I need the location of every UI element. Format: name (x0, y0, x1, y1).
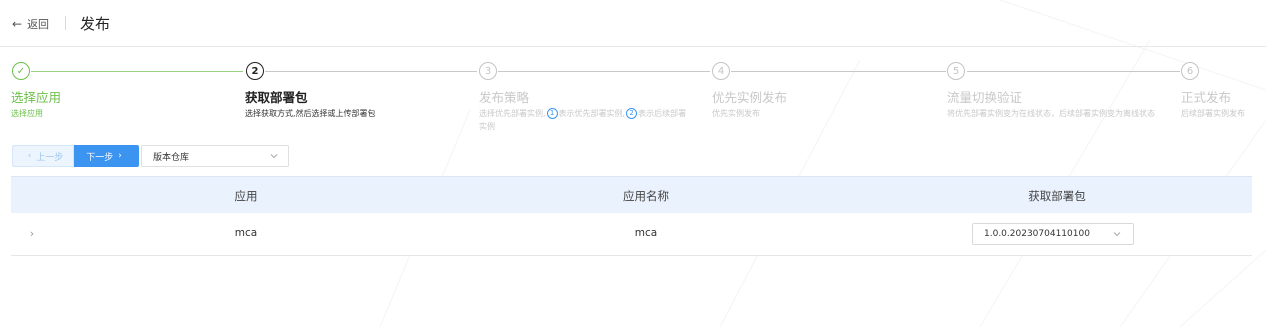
page-header: ← 返回 发布 (0, 0, 1266, 47)
step-3-desc-part2: 表示优先部署实例, (558, 109, 626, 118)
step-4-title: 优先实例发布 (712, 90, 788, 105)
table-row: › mca mca 1.0.0.20230704110100 (11, 213, 1252, 256)
column-header-app: 应用 (234, 189, 258, 203)
prev-step-label: 上一步 (36, 152, 64, 163)
step-connector-2 (265, 71, 477, 72)
prev-step-button[interactable]: ‹ 上一步 (12, 145, 74, 167)
table-header: 应用 应用名称 获取部署包 (11, 176, 1252, 213)
next-step-label: 下一步 (86, 152, 114, 163)
step-connector-5 (967, 71, 1180, 72)
expand-row-icon[interactable]: › (26, 227, 38, 241)
step-connector-1 (31, 71, 243, 72)
step-3-title: 发布策略 (479, 90, 530, 105)
step-1-check-icon: ✓ (12, 62, 30, 80)
step-connector-3 (498, 71, 710, 72)
chevron-down-icon (1113, 232, 1121, 237)
back-button[interactable]: ← 返回 (12, 14, 49, 34)
step-2-number: 2 (246, 62, 264, 80)
column-header-app-name: 应用名称 (623, 189, 669, 203)
step-1-title: 选择应用 (11, 90, 62, 105)
cell-app-name: mca (634, 227, 658, 239)
column-header-package: 获取部署包 (1028, 189, 1086, 203)
page-title: 发布 (80, 15, 111, 33)
next-step-button[interactable]: 下一步 › (74, 145, 139, 167)
package-source-select[interactable]: 版本仓库 (141, 145, 289, 167)
step-5-title: 流量切换验证 (947, 90, 1023, 105)
package-source-value: 版本仓库 (153, 152, 190, 163)
arrow-left-icon: ← (12, 17, 23, 31)
header-divider (65, 16, 66, 30)
priority-1-icon: 1 (546, 108, 558, 119)
chevron-down-icon (270, 154, 278, 159)
priority-2-icon: 2 (626, 108, 638, 119)
step-3-desc-part1: 选择优先部署实例, (479, 109, 546, 118)
back-label: 返回 (27, 18, 50, 31)
step-2-title: 获取部署包 (245, 90, 308, 105)
package-version-select[interactable]: 1.0.0.20230704110100 (972, 223, 1134, 245)
step-3-number: 3 (479, 62, 497, 80)
cell-app: mca (234, 227, 258, 239)
step-3-desc: 选择优先部署实例, 1 表示优先部署实例, 2 表示后续部署实例 (479, 107, 689, 133)
step-5-desc: 将优先部署实例变为在线状态，后续部署实例变为离线状态 (947, 109, 1155, 118)
release-page: ← 返回 发布 ✓ 选择应用 选择应用 2 获取部署包 选择获取方式,然后选择或… (0, 0, 1266, 327)
step-6-number: 6 (1181, 62, 1199, 80)
package-table: 应用 应用名称 获取部署包 › mca mca 1.0.0.2023070411… (11, 176, 1252, 256)
chevron-left-icon: ‹ (27, 151, 32, 161)
step-4-desc: 优先实例发布 (712, 109, 760, 118)
step-1-desc: 选择应用 (11, 109, 43, 118)
package-version-value: 1.0.0.20230704110100 (984, 229, 1090, 239)
chevron-right-icon: › (118, 151, 122, 161)
step-4-number: 4 (712, 62, 730, 80)
step-connector-4 (731, 71, 946, 72)
step-5-number: 5 (947, 62, 965, 80)
step-6-desc: 后续部署实例发布 (1181, 109, 1245, 118)
step-6-title: 正式发布 (1181, 90, 1232, 105)
step-2-desc: 选择获取方式,然后选择或上传部署包 (245, 109, 376, 118)
